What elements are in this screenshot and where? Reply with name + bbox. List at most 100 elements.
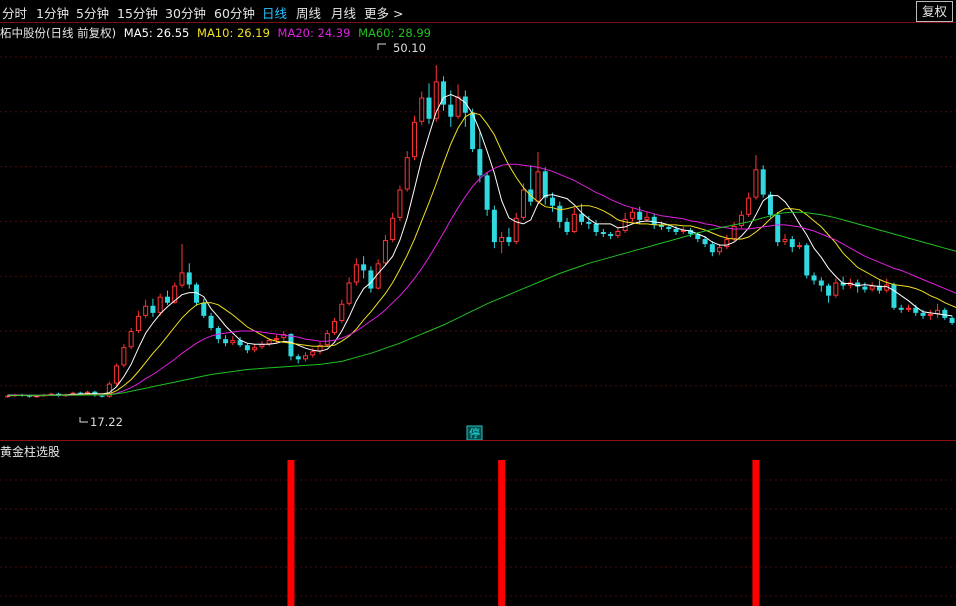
candle-body-up — [339, 303, 345, 321]
candle-body-down — [579, 213, 585, 222]
halt-label: 停 — [469, 426, 480, 440]
candle-body-up — [397, 189, 403, 218]
candle-body-up — [302, 355, 308, 360]
candle-body-up — [128, 331, 134, 348]
candle-body-down — [288, 334, 294, 357]
candle-body-down — [600, 231, 606, 235]
candle-body-down — [164, 296, 170, 303]
candle-body-down — [295, 356, 301, 360]
candle-body-up — [324, 333, 330, 346]
candle-body-down — [99, 395, 105, 397]
candle-body-down — [651, 216, 657, 225]
candle-body-up — [419, 97, 425, 122]
candle-body-up — [411, 121, 417, 158]
candle-body-up — [5, 395, 11, 398]
candle-body-down — [608, 234, 614, 237]
candle-body-down — [804, 245, 810, 276]
candle-body-down — [448, 104, 454, 117]
candle-body-down — [702, 239, 708, 245]
candle-body-up — [731, 225, 737, 240]
candle-body-up — [535, 171, 541, 202]
candle-body-up — [252, 347, 258, 351]
candle-body-up — [143, 305, 149, 316]
candle-body-up — [230, 340, 236, 344]
candle-body-up — [382, 240, 388, 264]
candle-body-up — [135, 315, 141, 332]
candle-body-down — [920, 312, 926, 316]
candle-body-up — [833, 282, 839, 296]
candle-body-down — [491, 209, 497, 243]
candle-body-down — [767, 194, 773, 215]
candle-body-down — [637, 211, 643, 220]
candle-body-down — [826, 285, 832, 296]
candle-body-up — [644, 216, 650, 220]
candle-body-up — [353, 264, 359, 283]
low-marker — [79, 417, 88, 423]
candle-body-up — [753, 169, 759, 198]
moving-average-lines — [7, 93, 956, 397]
candle-body-up — [927, 313, 933, 316]
candle-body-down — [709, 244, 715, 253]
candle-body-down — [150, 305, 156, 313]
candle-body-up — [179, 272, 185, 286]
candle-body-down — [666, 226, 672, 229]
high-label: 50.10 — [393, 41, 426, 55]
candle-body-down — [244, 345, 250, 351]
candle-body-up — [332, 320, 338, 334]
candle-body-down — [775, 214, 781, 243]
low-label: 17.22 — [90, 415, 123, 429]
candle-body-down — [789, 239, 795, 248]
grid-lines — [0, 56, 956, 597]
candle-body-down — [208, 315, 214, 329]
candle-body-up — [571, 213, 577, 232]
candle-body-up — [259, 344, 265, 348]
candle-body-up — [615, 230, 621, 237]
candle-body-up — [797, 245, 803, 248]
candle-body-up — [157, 296, 163, 313]
candle-body-up — [499, 237, 505, 243]
candle-body-down — [557, 205, 563, 222]
candle-body-down — [223, 339, 229, 344]
candle-body-down — [361, 264, 367, 271]
golden-pillar-bar — [287, 460, 295, 606]
candle-body-down — [564, 221, 570, 232]
candle-body-up — [346, 282, 352, 304]
candle-body-up — [266, 340, 272, 345]
candle-body-down — [368, 270, 374, 289]
candle-body-down — [426, 97, 432, 119]
indicator-title: 黄金柱选股 — [0, 445, 61, 459]
candle-body-down — [201, 302, 207, 316]
candle-body-up — [520, 189, 526, 218]
high-marker — [377, 43, 386, 50]
candle-body-down — [550, 197, 556, 206]
candle-body-up — [114, 365, 120, 384]
golden-pillar-bar — [752, 460, 760, 606]
ma60-line — [7, 211, 956, 396]
candle-body-down — [593, 223, 599, 232]
candle-body-down — [484, 175, 490, 210]
candle-body-down — [891, 284, 897, 308]
candle-body-down — [942, 309, 948, 318]
candle-body-down — [586, 221, 592, 224]
candle-body-down — [477, 149, 483, 176]
candle-body-down — [862, 286, 868, 290]
kline-chart[interactable]: 50.10 17.22 停 — [0, 0, 956, 606]
candle-body-up — [121, 347, 127, 366]
candle-body-down — [949, 317, 955, 323]
candle-body-up — [85, 391, 91, 394]
candle-body-up — [455, 96, 461, 117]
candle-body-down — [760, 169, 766, 195]
candle-body-up — [717, 247, 723, 253]
candle-body-up — [782, 239, 788, 243]
candle-body-up — [629, 211, 635, 219]
golden-pillar-bars — [287, 460, 760, 606]
candle-body-down — [506, 237, 512, 243]
candle-body-up — [935, 309, 941, 314]
candle-body-up — [390, 217, 396, 241]
candle-body-down — [818, 280, 824, 286]
candle-body-down — [673, 228, 679, 232]
candle-body-down — [811, 275, 817, 281]
candle-body-up — [375, 263, 381, 289]
candle-body-down — [542, 171, 548, 198]
candle-body-down — [898, 307, 904, 310]
